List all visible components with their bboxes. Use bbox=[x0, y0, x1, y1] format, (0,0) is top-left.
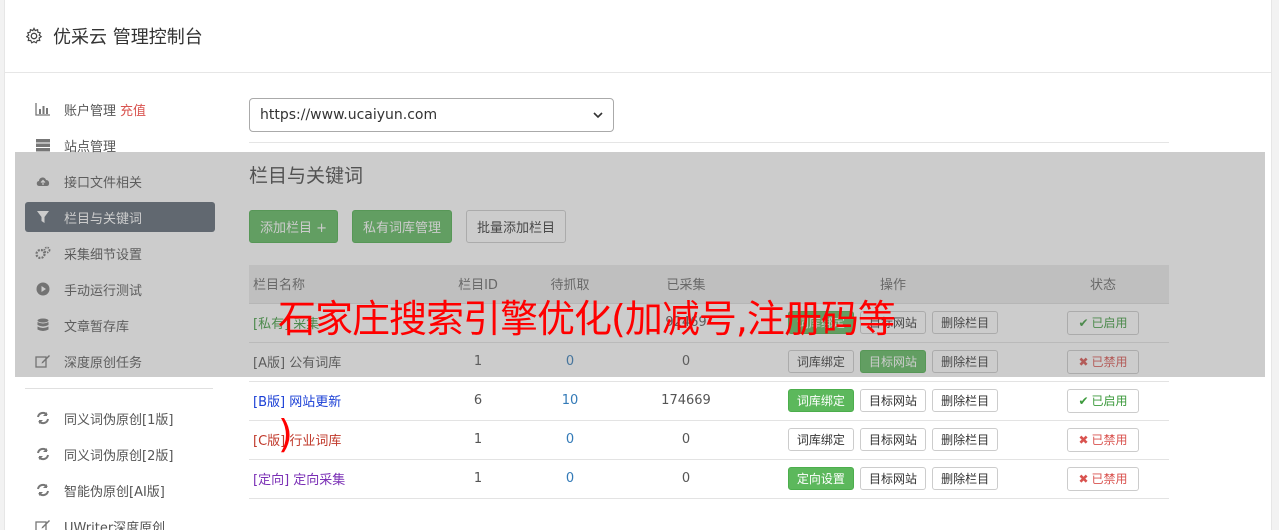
status-label: 已禁用 bbox=[1091, 433, 1128, 447]
status: ✖ 已禁用 bbox=[1037, 459, 1169, 499]
site-select-value: https://www.ucaiyun.com bbox=[260, 107, 438, 123]
collected-count: 0 bbox=[623, 459, 749, 499]
target-site-button[interactable]: 目标网站 bbox=[859, 467, 926, 490]
sidebar-item-account[interactable]: 账户管理 充值 bbox=[25, 94, 215, 124]
status-toggle[interactable]: ✖ 已禁用 bbox=[1067, 427, 1139, 452]
site-select[interactable]: https://www.ucaiyun.com bbox=[249, 98, 614, 132]
sidebar-divider bbox=[25, 388, 213, 389]
target-site-button[interactable]: 目标网站 bbox=[859, 389, 926, 412]
actions: 定向设置 目标网站 删除栏目 bbox=[749, 459, 1037, 499]
column-id: 1 bbox=[439, 420, 517, 460]
column-name: [定向] 定向采集 bbox=[249, 459, 439, 499]
sidebar-item-label: UWriter深度原创 bbox=[64, 520, 166, 530]
column-tag: [定向] bbox=[253, 473, 290, 488]
target-site-button[interactable]: 目标网站 bbox=[859, 428, 926, 451]
directed-settings-button[interactable]: 定向设置 bbox=[787, 467, 854, 490]
sidebar-item-uwriter[interactable]: UWriter深度原创 bbox=[25, 511, 215, 530]
column-id: 6 bbox=[439, 381, 517, 421]
close-icon: ✖ bbox=[1078, 432, 1089, 447]
sidebar-item-synonym-v1[interactable]: 同义词伪原创[1版] bbox=[25, 403, 215, 433]
status-toggle[interactable]: ✔ 已启用 bbox=[1067, 388, 1139, 413]
actions: 词库绑定 目标网站 删除栏目 bbox=[749, 381, 1037, 421]
pending-count[interactable]: 0 bbox=[517, 459, 623, 499]
table-row: [C版] 行业词库 1 0 0 词库绑定 目标网站 删除栏目 ✖ 已禁用 bbox=[249, 420, 1169, 460]
page-title: 优采云 管理控制台 bbox=[53, 27, 203, 48]
status-label: 已禁用 bbox=[1091, 472, 1128, 486]
sidebar-item-label: 账户管理 bbox=[64, 103, 117, 119]
sidebar-item-label: 智能伪原创[AI版] bbox=[64, 484, 165, 500]
bar-chart-icon bbox=[35, 101, 51, 117]
lexicon-bind-button[interactable]: 词库绑定 bbox=[787, 389, 854, 412]
divider bbox=[249, 142, 1169, 143]
sidebar-item-synonym-v2[interactable]: 同义词伪原创[2版] bbox=[25, 439, 215, 469]
delete-column-button[interactable]: 删除栏目 bbox=[932, 467, 999, 490]
column-tag: [B版] bbox=[253, 395, 286, 410]
table-row: [B版] 网站更新 6 10 174669 词库绑定 目标网站 删除栏目 ✔ 已启… bbox=[249, 381, 1169, 421]
sidebar-item-ai-rewrite[interactable]: 智能伪原创[AI版] bbox=[25, 475, 215, 505]
delete-column-button[interactable]: 删除栏目 bbox=[932, 389, 999, 412]
column-id: 1 bbox=[439, 459, 517, 499]
check-icon: ✔ bbox=[1078, 393, 1089, 408]
lexicon-bind-button[interactable]: 词库绑定 bbox=[787, 428, 854, 451]
close-icon: ✖ bbox=[1078, 471, 1089, 486]
delete-column-button[interactable]: 删除栏目 bbox=[932, 428, 999, 451]
collected-count: 174669 bbox=[623, 381, 749, 421]
status: ✔ 已启用 bbox=[1037, 381, 1169, 421]
pending-count[interactable]: 0 bbox=[517, 420, 623, 460]
refresh-icon bbox=[35, 482, 51, 498]
watermark-text-2: ) bbox=[278, 412, 293, 456]
column-name-link[interactable]: 网站更新 bbox=[289, 395, 341, 410]
gray-overlay bbox=[15, 152, 1265, 377]
column-name-link[interactable]: 行业词库 bbox=[289, 434, 341, 449]
gear-icon bbox=[25, 27, 43, 44]
refresh-icon bbox=[35, 446, 51, 462]
status: ✖ 已禁用 bbox=[1037, 420, 1169, 460]
recharge-link[interactable]: 充值 bbox=[120, 100, 146, 119]
refresh-icon bbox=[35, 410, 51, 426]
table-row: [定向] 定向采集 1 0 0 定向设置 目标网站 删除栏目 ✖ 已禁用 bbox=[249, 459, 1169, 499]
chevron-down-icon bbox=[593, 107, 603, 123]
pending-count[interactable]: 10 bbox=[517, 381, 623, 421]
sidebar-item-label: 同义词伪原创[1版] bbox=[64, 412, 174, 428]
status-toggle[interactable]: ✖ 已禁用 bbox=[1067, 466, 1139, 491]
sidebar-item-label: 同义词伪原创[2版] bbox=[64, 448, 174, 464]
status-label: 已启用 bbox=[1091, 394, 1128, 408]
watermark-text: 石家庄搜索引擎优化(加减号,注册码等 bbox=[278, 297, 896, 341]
column-name-link[interactable]: 定向采集 bbox=[293, 473, 345, 488]
header: 优采云 管理控制台 bbox=[5, 0, 1271, 73]
server-icon bbox=[35, 137, 51, 153]
edit-icon bbox=[35, 518, 51, 530]
collected-count: 0 bbox=[623, 420, 749, 460]
actions: 词库绑定 目标网站 删除栏目 bbox=[749, 420, 1037, 460]
